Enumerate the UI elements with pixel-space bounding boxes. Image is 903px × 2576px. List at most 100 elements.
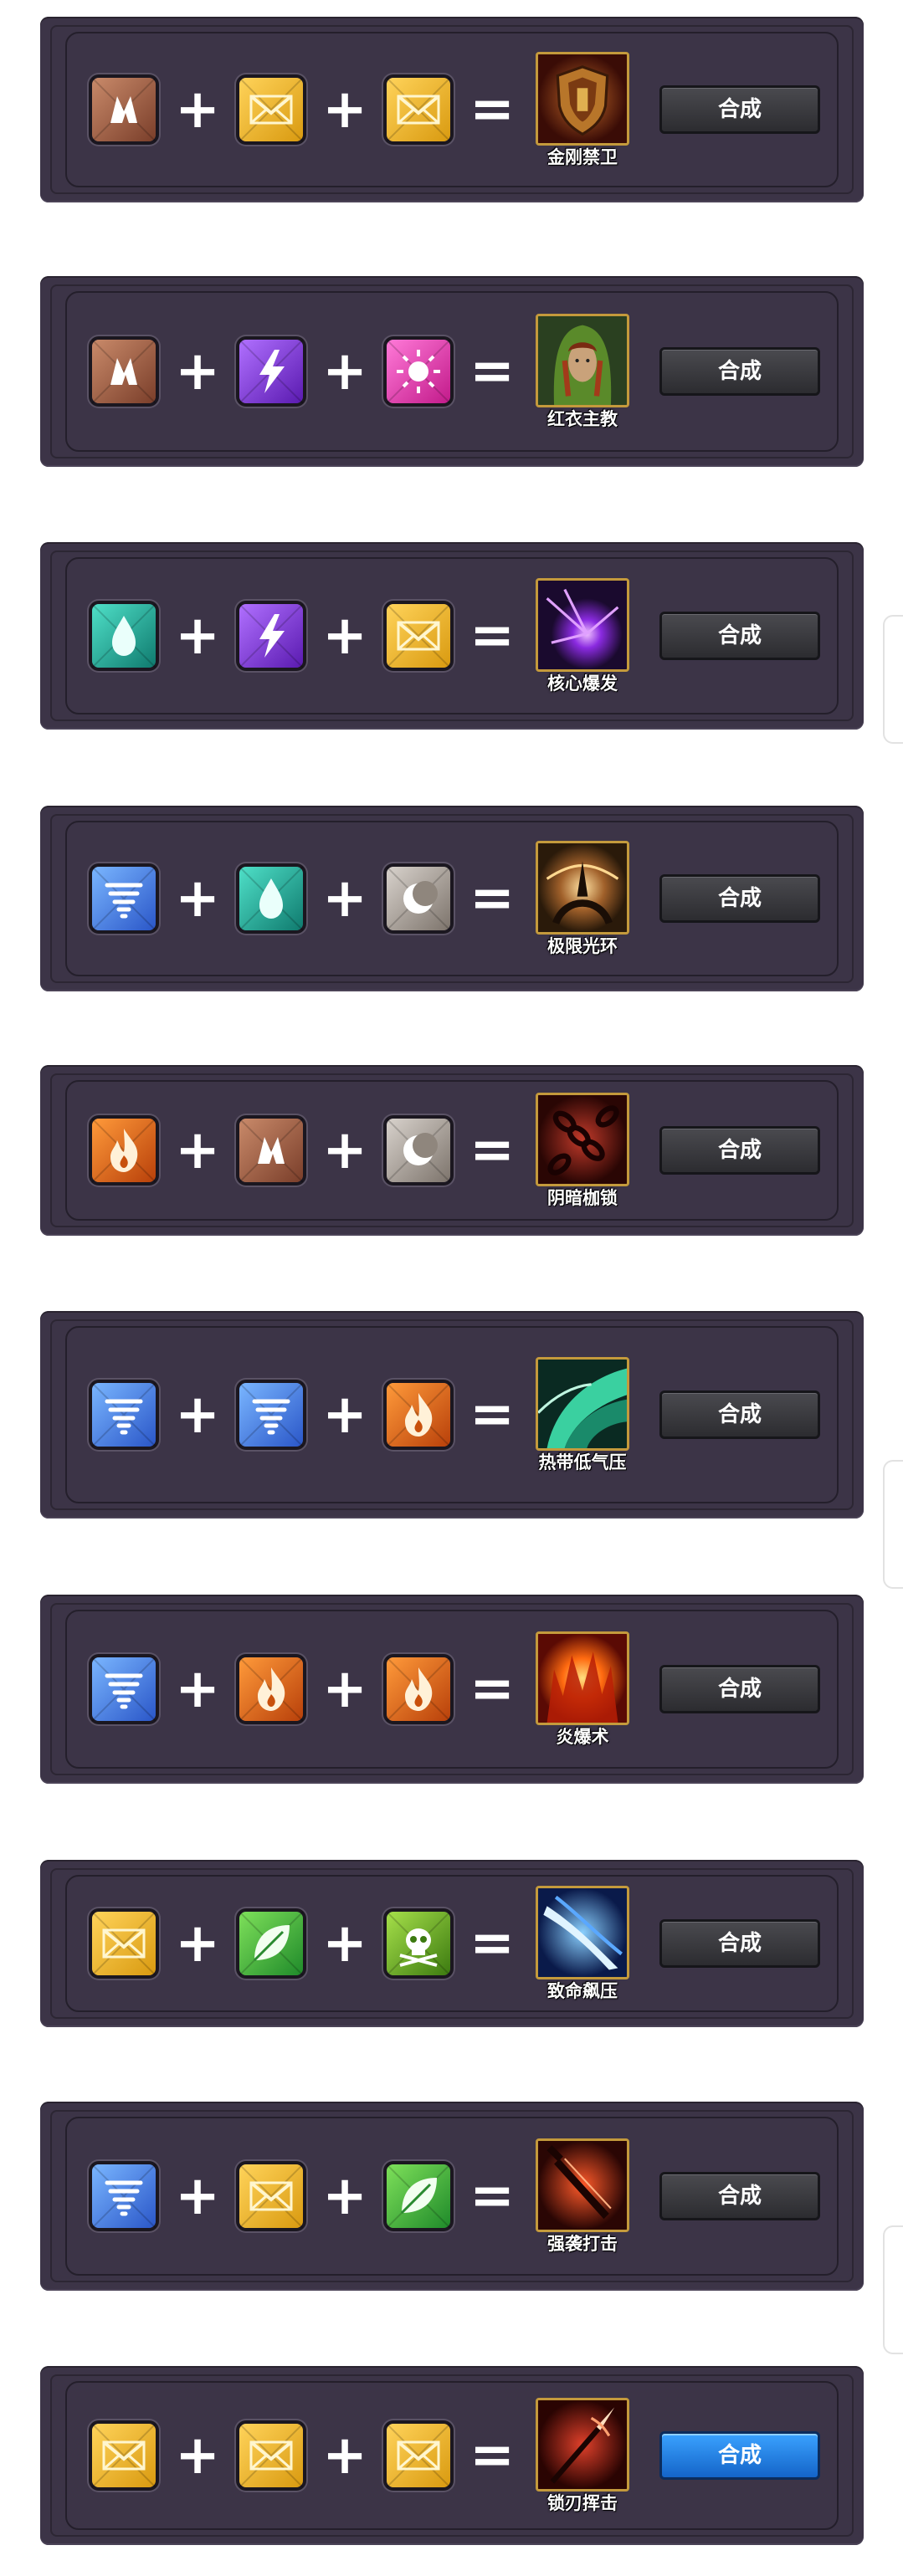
- combine-button[interactable]: 合成: [659, 1919, 820, 1968]
- recipe-card: + + = 强袭打击 合成: [40, 2102, 864, 2291]
- blue-tornado-gem-icon: [239, 1383, 303, 1447]
- side-scroll-tab[interactable]: [883, 2225, 903, 2354]
- result-item[interactable]: 金刚禁卫: [534, 52, 631, 167]
- chains-icon: [536, 1093, 629, 1186]
- recipe-card: + + = 阴暗枷锁 合成: [40, 1065, 864, 1236]
- recipe-row: + + = 金刚禁卫 合成: [92, 17, 830, 202]
- plus-icon: +: [322, 2165, 367, 2227]
- red-spear-icon: [536, 2398, 629, 2491]
- combine-button[interactable]: 合成: [659, 1665, 820, 1713]
- side-scroll-tab[interactable]: [883, 1460, 903, 1589]
- result-item[interactable]: 热带低气压: [534, 1357, 631, 1472]
- plus-icon: +: [175, 79, 220, 141]
- result-item[interactable]: 锁刃挥击: [534, 2398, 631, 2513]
- recipe-row: + + = 核心爆发 合成: [92, 542, 830, 730]
- green-leaf-gem-icon: [387, 2164, 450, 2228]
- plus-icon: +: [175, 868, 220, 930]
- combine-button[interactable]: 合成: [659, 612, 820, 660]
- blue-tornado-gem-icon: [92, 2164, 156, 2228]
- hooded-figure-icon: [536, 314, 629, 407]
- equals-icon: =: [469, 341, 515, 402]
- blue-tornado-gem-icon: [92, 1383, 156, 1447]
- pink-sun-gem-icon: [387, 340, 450, 403]
- combine-button[interactable]: 合成: [659, 1390, 820, 1439]
- plus-icon: +: [322, 605, 367, 667]
- gold-envelope-gem-icon: [92, 1912, 156, 1975]
- plus-icon: +: [322, 79, 367, 141]
- red-sword-icon: [536, 2138, 629, 2232]
- result-item[interactable]: 炎爆术: [534, 1631, 631, 1747]
- combine-button[interactable]: 合成: [659, 874, 820, 923]
- plus-icon: +: [175, 1119, 220, 1181]
- equals-icon: =: [469, 2165, 515, 2227]
- result-item[interactable]: 致命飙压: [534, 1886, 631, 2001]
- combine-button[interactable]: 合成: [659, 85, 820, 134]
- gold-envelope-gem-icon: [387, 2424, 450, 2487]
- result-name: 强袭打击: [547, 2234, 618, 2254]
- recipe-card: + + = 金刚禁卫 合成: [40, 17, 864, 202]
- orange-flame-gem-icon: [387, 1657, 450, 1721]
- recipe-row: + + = 致命飙压 合成: [92, 1860, 830, 2027]
- equals-icon: =: [469, 868, 515, 930]
- fire-burst-icon: [536, 1631, 629, 1725]
- plus-icon: +: [175, 341, 220, 402]
- plus-icon: +: [175, 605, 220, 667]
- result-item[interactable]: 红衣主教: [534, 314, 631, 429]
- recipe-row: + + = 锁刃挥击 合成: [92, 2366, 830, 2545]
- result-name: 热带低气压: [538, 1452, 627, 1472]
- recipe-row: + + = 强袭打击 合成: [92, 2102, 830, 2291]
- result-item[interactable]: 核心爆发: [534, 578, 631, 694]
- purple-lightning-gem-icon: [239, 340, 303, 403]
- plus-icon: +: [322, 2425, 367, 2486]
- result-name: 红衣主教: [547, 409, 618, 429]
- blue-tornado-gem-icon: [92, 867, 156, 930]
- brown-chevron-gem-icon: [92, 340, 156, 403]
- combine-button[interactable]: 合成: [659, 2172, 820, 2220]
- result-item[interactable]: 极限光环: [534, 841, 631, 956]
- orange-flame-gem-icon: [387, 1383, 450, 1447]
- plus-icon: +: [322, 1913, 367, 1974]
- brown-chevron-gem-icon: [92, 78, 156, 141]
- gold-envelope-gem-icon: [387, 604, 450, 668]
- result-name: 金刚禁卫: [547, 147, 618, 167]
- equals-icon: =: [469, 605, 515, 667]
- result-name: 核心爆发: [547, 673, 618, 694]
- recipe-row: + + = 阴暗枷锁 合成: [92, 1065, 830, 1236]
- plus-icon: +: [322, 341, 367, 402]
- recipe-card: + + = 热带低气压 合成: [40, 1311, 864, 1518]
- equals-icon: =: [469, 1119, 515, 1181]
- result-name: 炎爆术: [556, 1727, 609, 1747]
- plus-icon: +: [175, 1913, 220, 1974]
- recipe-card: + + = 红衣主教 合成: [40, 276, 864, 467]
- combine-button[interactable]: 合成: [659, 2431, 820, 2480]
- result-name: 阴暗枷锁: [547, 1188, 618, 1208]
- green-skull-gem-icon: [387, 1912, 450, 1975]
- equals-icon: =: [469, 1384, 515, 1446]
- brown-chevron-gem-icon: [239, 1119, 303, 1182]
- gray-crescent-gem-icon: [387, 1119, 450, 1182]
- combine-button[interactable]: 合成: [659, 1126, 820, 1175]
- purple-lightning-gem-icon: [239, 604, 303, 668]
- recipe-row: + + = 热带低气压 合成: [92, 1311, 830, 1518]
- gold-envelope-gem-icon: [239, 78, 303, 141]
- shield-icon: [536, 52, 629, 146]
- recipe-card: + + = 炎爆术 合成: [40, 1595, 864, 1784]
- side-scroll-tab[interactable]: [883, 615, 903, 744]
- combine-button[interactable]: 合成: [659, 347, 820, 396]
- golden-ring-icon: [536, 841, 629, 935]
- result-item[interactable]: 强袭打击: [534, 2138, 631, 2254]
- recipe-card: + + = 锁刃挥击 合成: [40, 2366, 864, 2545]
- result-item[interactable]: 阴暗枷锁: [534, 1093, 631, 1208]
- plus-icon: +: [175, 1384, 220, 1446]
- gold-envelope-gem-icon: [387, 78, 450, 141]
- green-wind-icon: [536, 1357, 629, 1451]
- recipe-row: + + = 极限光环 合成: [92, 806, 830, 991]
- orange-flame-gem-icon: [92, 1119, 156, 1182]
- plus-icon: +: [175, 2165, 220, 2227]
- equals-icon: =: [469, 1658, 515, 1720]
- recipe-row: + + = 炎爆术 合成: [92, 1595, 830, 1784]
- equals-icon: =: [469, 79, 515, 141]
- result-name: 锁刃挥击: [547, 2493, 618, 2513]
- gold-envelope-gem-icon: [239, 2424, 303, 2487]
- result-name: 极限光环: [547, 936, 618, 956]
